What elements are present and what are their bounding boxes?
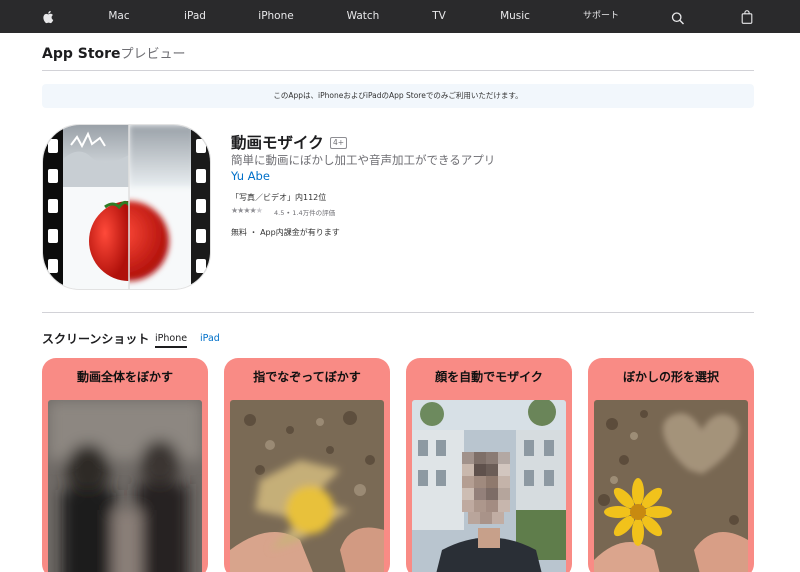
nav-item-ipad[interactable]: iPad <box>184 0 206 33</box>
category-rank[interactable]: 「写真／ビデオ」内112位 <box>231 192 326 203</box>
nav-item-tv[interactable]: TV <box>432 0 446 33</box>
screenshot-image <box>412 400 566 572</box>
nav-item-watch[interactable]: Watch <box>347 0 380 33</box>
price-info: 無料 ・ App内課金が有ります <box>231 228 340 237</box>
screenshot-caption: ぼかしの形を選択 <box>622 370 719 384</box>
divider <box>42 70 754 71</box>
bag-icon[interactable] <box>741 9 753 28</box>
app-subtitle: 簡単に動画にぼかし加工や音声加工ができるアプリ <box>231 153 496 167</box>
app-icon <box>42 124 211 290</box>
screenshot-card[interactable]: ぼかしの形を選択 <box>588 358 754 572</box>
screenshot-card[interactable]: 指でなぞってぼかす <box>224 358 390 572</box>
tab-ipad[interactable]: iPad <box>200 333 220 344</box>
screenshot-card[interactable]: 動画全体をぼかす <box>42 358 208 572</box>
search-icon[interactable] <box>671 10 685 29</box>
developer-link[interactable]: Yu Abe <box>231 169 270 183</box>
age-rating-badge: 4+ <box>330 137 347 149</box>
nav-item-mac[interactable]: Mac <box>108 0 129 33</box>
global-nav: Mac iPad iPhone Watch TV Music サポート <box>0 0 800 33</box>
screenshot-caption: 指でなぞってぼかす <box>253 370 361 384</box>
app-store-brand[interactable]: App Store <box>42 46 121 62</box>
screenshot-caption: 顔を自動でモザイク <box>435 370 543 384</box>
availability-notice: このAppは、iPhoneおよびiPadのApp Storeでのみご利用いただけ… <box>42 84 754 108</box>
apple-logo-icon[interactable] <box>42 9 54 28</box>
screenshot-image <box>230 400 384 572</box>
star-rating-icon: ★★★★★ <box>231 206 263 215</box>
screenshot-image <box>594 400 748 572</box>
app-title: 動画モザイク <box>231 134 324 152</box>
nav-item-support[interactable]: サポート <box>583 0 619 33</box>
rating-summary: 4.5 • 1.4万件の評価 <box>274 209 336 217</box>
screenshot-image <box>48 400 202 572</box>
nav-item-music[interactable]: Music <box>500 0 530 33</box>
page-subheader: App Storeプレビュー <box>42 43 186 62</box>
preview-label: プレビュー <box>120 47 186 62</box>
divider <box>42 312 754 313</box>
screenshot-card[interactable]: 顔を自動でモザイク <box>406 358 572 572</box>
nav-item-iphone[interactable]: iPhone <box>258 0 293 33</box>
screenshots-heading: スクリーンショット <box>42 332 150 346</box>
screenshot-caption: 動画全体をぼかす <box>76 370 173 384</box>
tab-iphone[interactable]: iPhone <box>155 333 188 348</box>
